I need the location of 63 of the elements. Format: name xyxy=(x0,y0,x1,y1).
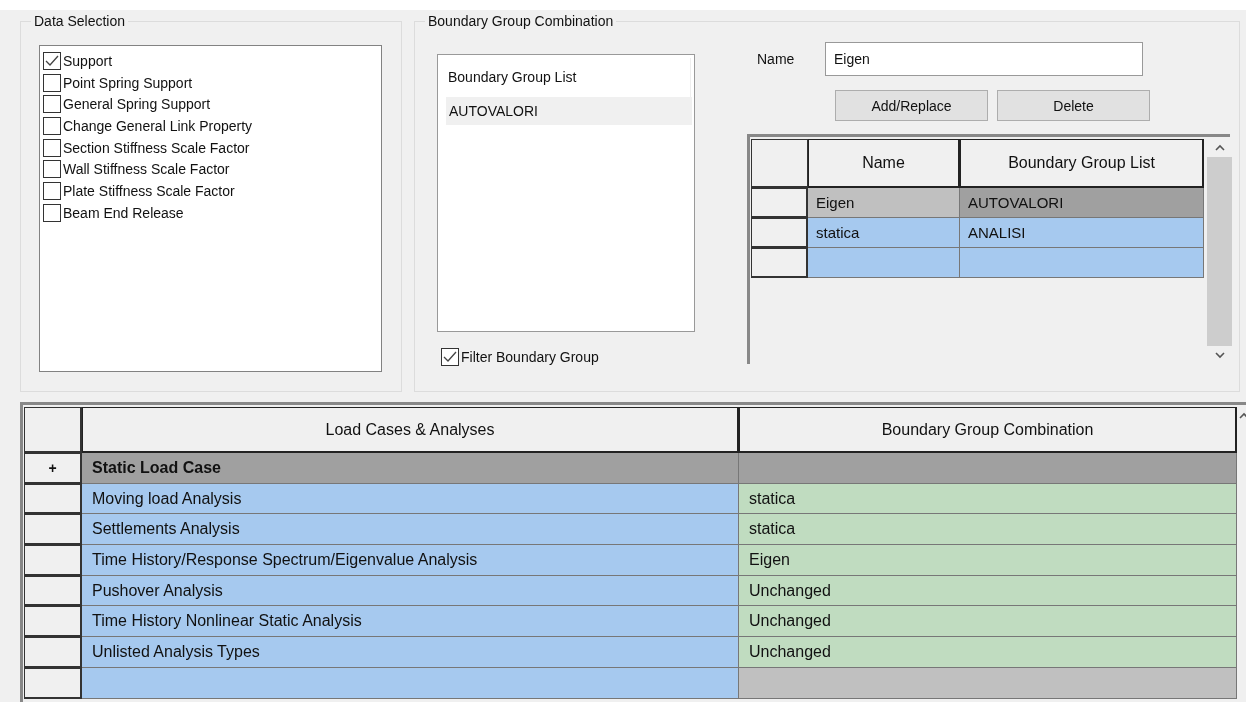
corner-cell xyxy=(24,407,82,453)
corner-cell xyxy=(751,139,808,188)
table-cell[interactable]: Unchanged xyxy=(739,606,1237,638)
row-header[interactable] xyxy=(751,188,808,218)
group-title: Data Selection xyxy=(31,13,129,29)
delete-button[interactable]: Delete xyxy=(997,90,1150,121)
column-header: Boundary Group Combination xyxy=(739,407,1237,453)
row-header[interactable] xyxy=(24,637,82,668)
table-cell: Time History/Response Spectrum/Eigenvalue Analysis xyxy=(82,545,739,576)
table-cell[interactable]: Eigen xyxy=(808,188,960,218)
row-header[interactable] xyxy=(24,483,82,515)
checkbox-label: Filter Boundary Group xyxy=(460,348,599,366)
group-title: Boundary Group Combination xyxy=(425,13,617,29)
row-header[interactable] xyxy=(24,606,82,638)
checkbox-label: Point Spring Support xyxy=(62,73,193,92)
checkbox[interactable] xyxy=(43,116,61,135)
row-header[interactable] xyxy=(24,514,82,546)
table-cell[interactable]: AUTOVALORI xyxy=(960,188,1204,218)
table-cell: Unlisted Analysis Types xyxy=(82,637,739,668)
row-header[interactable] xyxy=(751,248,808,278)
scroll-thumb[interactable] xyxy=(1207,157,1232,346)
table-cell: Pushover Analysis xyxy=(82,575,739,607)
list-item[interactable]: AUTOVALORI xyxy=(446,97,692,125)
column-header: Load Cases & Analyses xyxy=(82,407,739,453)
table-cell[interactable]: ANALISI xyxy=(960,218,1204,248)
row-header[interactable] xyxy=(751,218,808,248)
checkbox[interactable] xyxy=(43,73,61,92)
table-cell[interactable]: statica xyxy=(739,514,1237,546)
row-header[interactable] xyxy=(24,575,82,607)
table-cell: Moving load Analysis xyxy=(82,483,739,515)
table-cell[interactable]: statica xyxy=(808,218,960,248)
checkbox[interactable] xyxy=(43,95,61,114)
checkbox-label: Beam End Release xyxy=(62,203,184,222)
table-cell[interactable]: Eigen xyxy=(739,545,1237,576)
scroll-up-icon[interactable] xyxy=(1239,412,1246,420)
table-cell[interactable]: statica xyxy=(739,483,1237,515)
table-cell[interactable]: Unchanged xyxy=(739,575,1237,607)
column-header: Boundary Group List xyxy=(960,139,1204,188)
column-header: Name xyxy=(808,139,960,188)
row-header[interactable] xyxy=(24,545,82,576)
checkbox-label: Support xyxy=(62,51,113,70)
checkbox-label: Wall Stiffness Scale Factor xyxy=(62,160,230,179)
checkbox[interactable] xyxy=(441,348,459,366)
checkbox-label: Plate Stiffness Scale Factor xyxy=(62,181,235,200)
checkbox-label: General Spring Support xyxy=(62,95,211,114)
table-cell: Settlements Analysis xyxy=(82,514,739,546)
name-field[interactable]: Eigen xyxy=(825,42,1143,76)
checkbox-label: Section Stiffness Scale Factor xyxy=(62,138,250,157)
expand-toggle[interactable]: + xyxy=(24,453,82,484)
add-replace-button[interactable]: Add/Replace xyxy=(835,90,988,121)
table-cell: Time History Nonlinear Static Analysis xyxy=(82,606,739,638)
row-header[interactable] xyxy=(24,667,82,699)
scroll-up-icon[interactable] xyxy=(1213,144,1226,152)
checkbox[interactable] xyxy=(43,138,61,157)
checkbox[interactable] xyxy=(43,203,61,222)
checkbox[interactable] xyxy=(43,181,61,200)
scroll-down-icon[interactable] xyxy=(1213,351,1226,359)
group-cell: Static Load Case xyxy=(82,453,739,484)
checkbox[interactable] xyxy=(43,160,61,179)
name-label: Name xyxy=(756,51,796,67)
table-cell[interactable]: Unchanged xyxy=(739,637,1237,668)
checkbox-label: Change General Link Property xyxy=(62,116,253,135)
checkbox[interactable] xyxy=(43,51,61,70)
